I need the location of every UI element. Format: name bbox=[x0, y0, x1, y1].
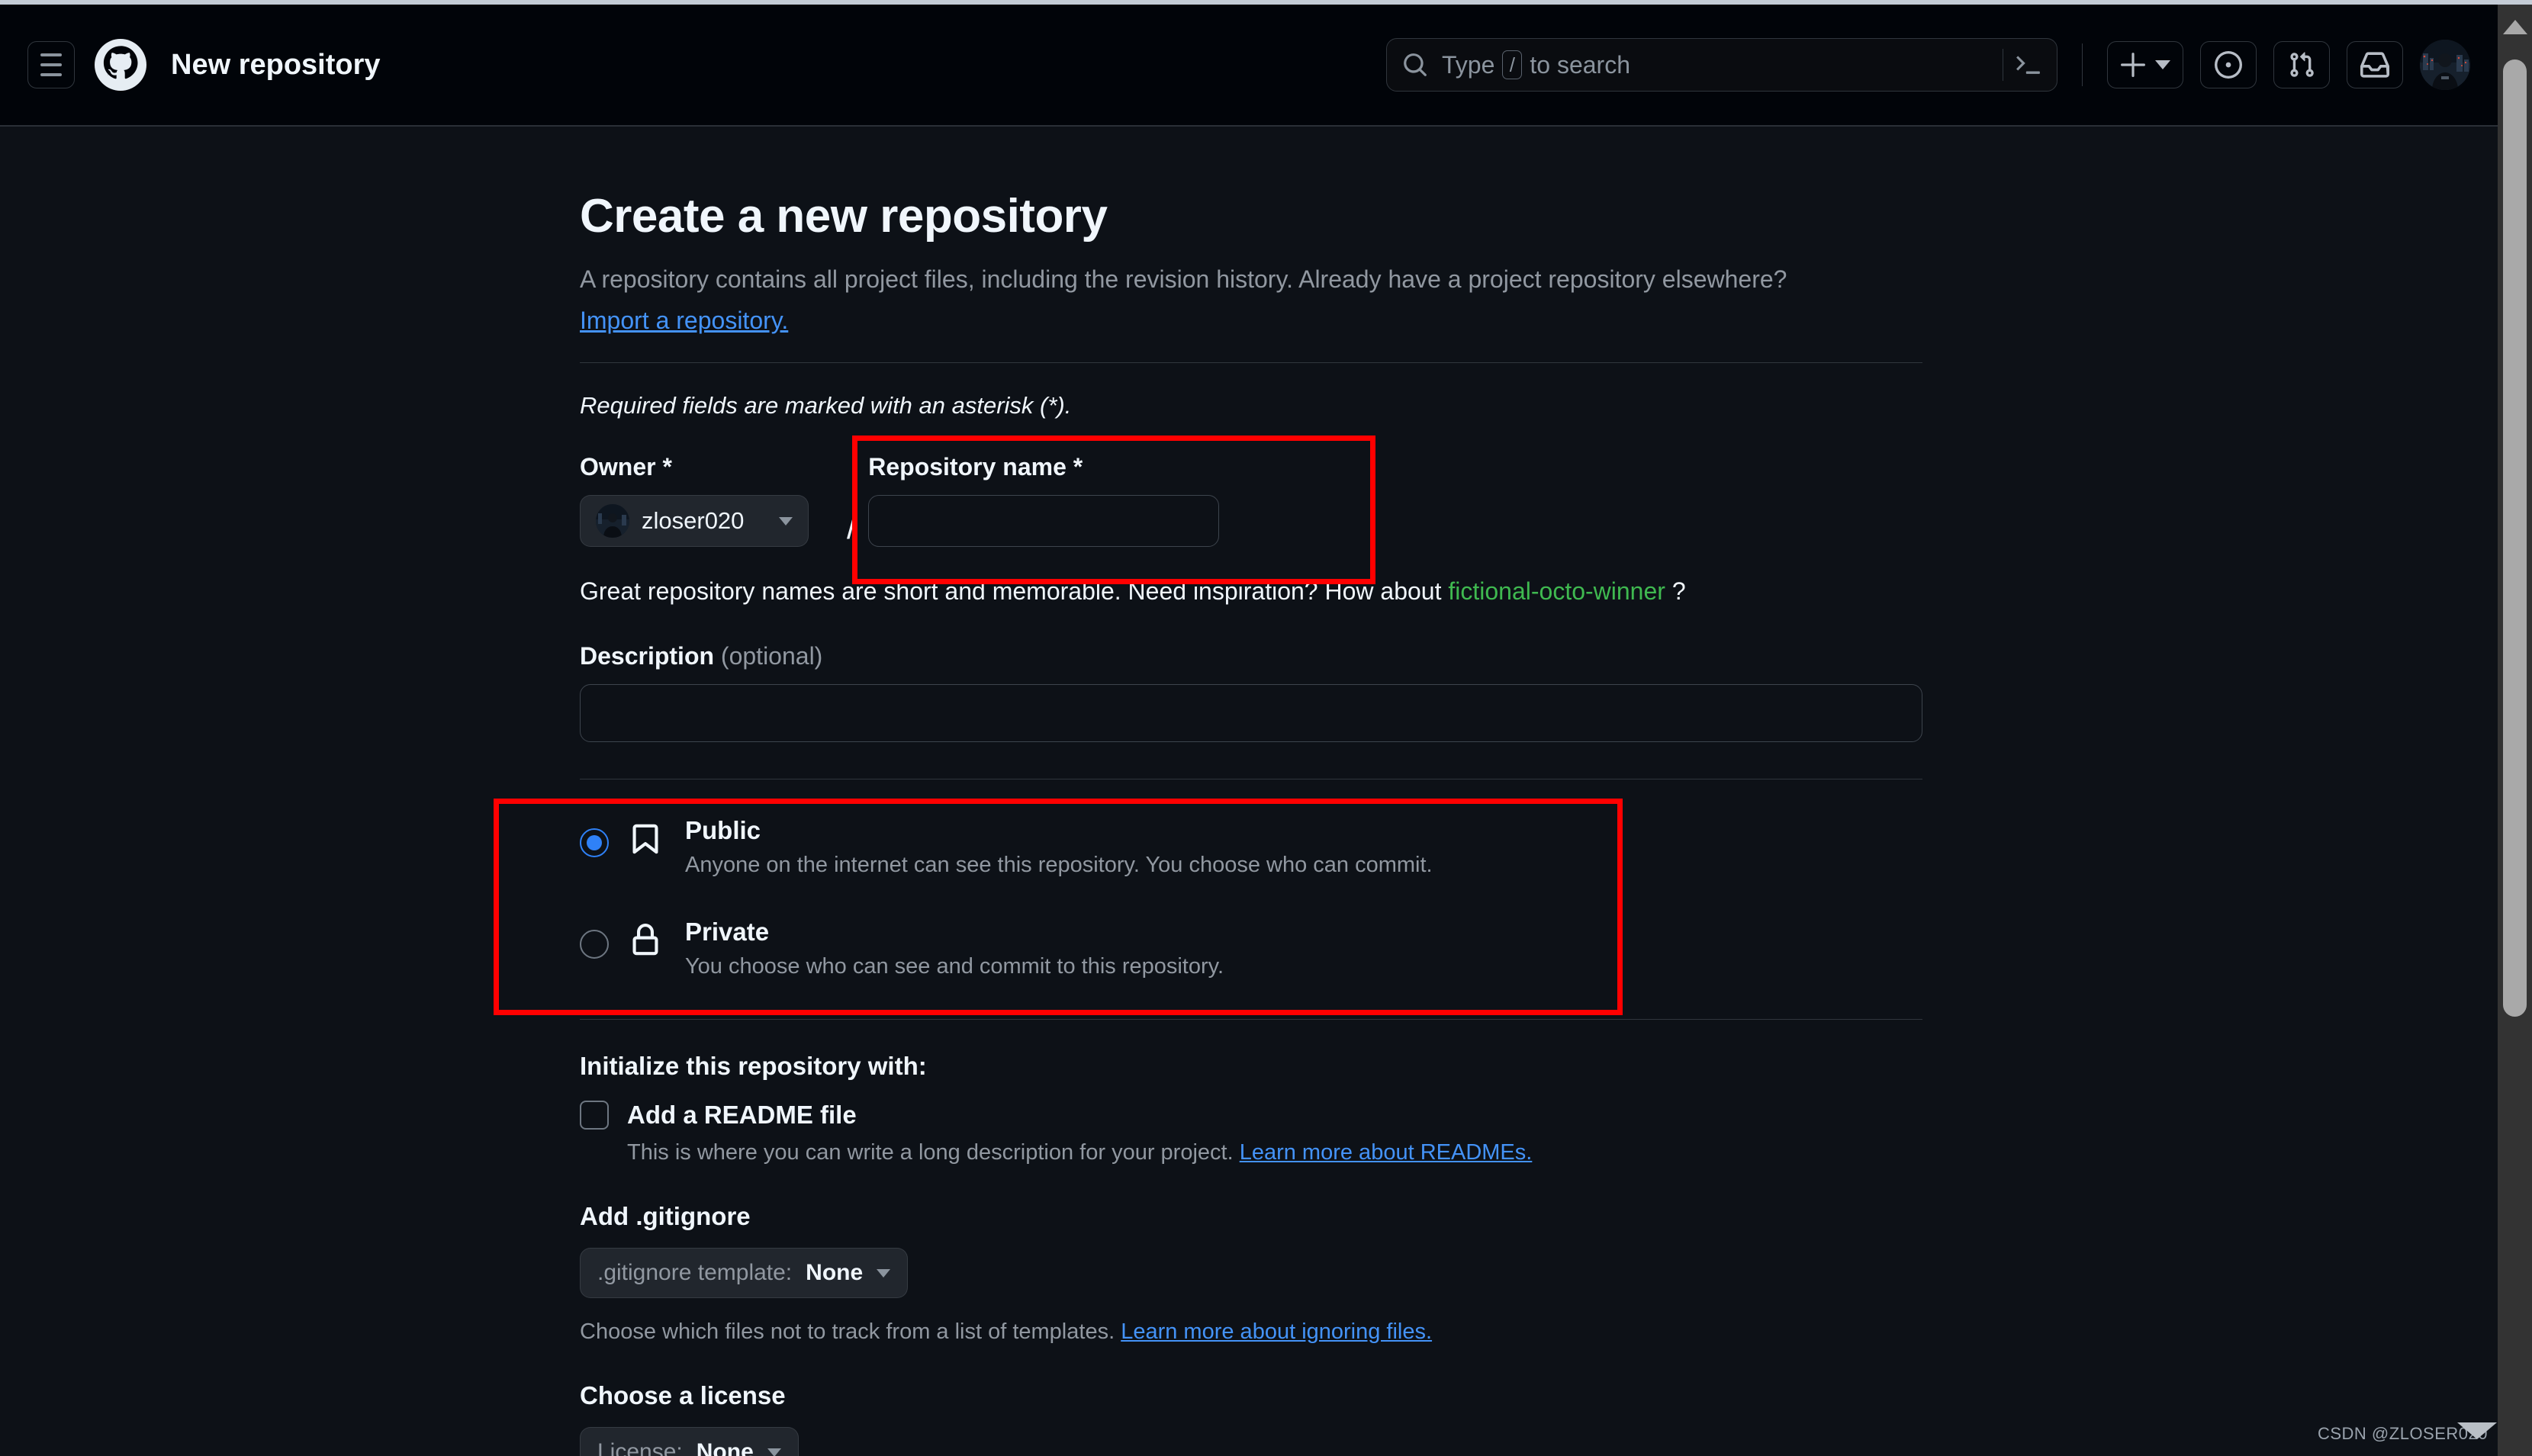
visibility-public-sub: Anyone on the internet can see this repo… bbox=[685, 853, 1433, 878]
hint-text-after: ? bbox=[1671, 577, 1686, 606]
hamburger-bar bbox=[40, 53, 62, 56]
radio-private[interactable] bbox=[580, 930, 609, 959]
description-input[interactable] bbox=[580, 684, 1922, 743]
visibility-option-private[interactable]: Private You choose who can see and commi… bbox=[580, 913, 1922, 984]
visibility-private-sub: You choose who can see and commit to thi… bbox=[685, 954, 1224, 979]
repository-name-field-group: Repository name * bbox=[868, 453, 1922, 548]
owner-name: zloser020 bbox=[642, 507, 745, 535]
visibility-public-title: Public bbox=[685, 816, 761, 845]
git-pull-request-icon bbox=[2290, 52, 2314, 77]
create-new-button[interactable] bbox=[2107, 41, 2183, 88]
new-repository-form: Create a new repository A repository con… bbox=[580, 189, 1922, 1456]
lock-icon bbox=[629, 924, 665, 961]
search-placeholder-prefix: Type bbox=[1442, 50, 1495, 79]
owner-avatar-image bbox=[596, 504, 629, 538]
description-optional-text: (optional) bbox=[720, 642, 823, 670]
search-placeholder: Type / to search bbox=[1442, 50, 1630, 79]
radio-public[interactable] bbox=[580, 828, 609, 858]
page-title-header: New repository bbox=[171, 48, 381, 81]
search-icon bbox=[1404, 53, 1427, 76]
notifications-button[interactable] bbox=[2347, 41, 2403, 88]
visibility-option-public[interactable]: Public Anyone on the internet can see th… bbox=[580, 812, 1922, 882]
readme-sub-text: This is where you can write a long descr… bbox=[627, 1140, 1234, 1165]
chevron-down-icon bbox=[877, 1268, 891, 1278]
owner-field-group: Owner * zloser020 bbox=[580, 453, 839, 548]
pull-requests-button[interactable] bbox=[2273, 41, 2330, 88]
gitignore-sub: Choose which files not to track from a l… bbox=[580, 1319, 1922, 1345]
readme-label: Add a README file bbox=[627, 1101, 857, 1130]
hamburger-icon[interactable] bbox=[27, 41, 75, 88]
gitignore-title: Add .gitignore bbox=[580, 1202, 751, 1231]
hamburger-bar bbox=[40, 63, 62, 66]
repository-name-hint: Great repository names are short and mem… bbox=[580, 577, 1922, 606]
profile-avatar[interactable] bbox=[2420, 40, 2470, 90]
owner-select[interactable]: zloser020 bbox=[580, 495, 809, 548]
gitignore-sub-text: Choose which files not to track from a l… bbox=[580, 1319, 1115, 1345]
visibility-options: Public Anyone on the internet can see th… bbox=[580, 812, 1922, 984]
chevron-down-icon bbox=[2155, 60, 2170, 69]
chevron-down-icon bbox=[767, 1448, 781, 1456]
issue-opened-icon bbox=[2215, 51, 2242, 79]
page-title: Create a new repository bbox=[580, 190, 1108, 243]
chevron-down-icon bbox=[779, 516, 793, 526]
hamburger-bar bbox=[40, 73, 62, 76]
learn-more-readmes-link[interactable]: Learn more about READMEs. bbox=[1240, 1140, 1533, 1165]
gitignore-dropdown-prefix: .gitignore template: bbox=[597, 1260, 793, 1286]
owner-and-name-row: Owner * zloser020 / Repository name * bbox=[580, 453, 1922, 548]
license-dropdown-value: None bbox=[696, 1439, 754, 1456]
search-input[interactable]: Type / to search bbox=[1386, 38, 2057, 92]
page-description: A repository contains all project files,… bbox=[580, 265, 1787, 293]
owner-label: Owner * bbox=[580, 453, 672, 481]
book-icon bbox=[629, 822, 665, 860]
readme-sub: This is where you can write a long descr… bbox=[627, 1140, 1922, 1165]
search-placeholder-suffix: to search bbox=[1530, 50, 1630, 79]
scrollbar-thumb[interactable] bbox=[2503, 59, 2527, 1017]
visibility-private-title: Private bbox=[685, 918, 770, 947]
hint-text-before: Great repository names are short and mem… bbox=[580, 577, 1442, 606]
global-header: New repository Type / to search bbox=[0, 5, 2498, 127]
license-dropdown[interactable]: License: None bbox=[580, 1427, 799, 1456]
visibility-private-text: Private You choose who can see and commi… bbox=[685, 918, 1224, 979]
search-right-group bbox=[2003, 49, 2041, 81]
divider-before-initialize bbox=[580, 1019, 1922, 1020]
header-divider bbox=[2082, 43, 2083, 86]
terminal-icon[interactable] bbox=[2016, 52, 2041, 78]
description-label-text: Description bbox=[580, 642, 715, 670]
gitignore-dropdown-value: None bbox=[806, 1260, 864, 1286]
github-logo-icon[interactable] bbox=[95, 39, 146, 91]
readme-checkbox-row[interactable]: Add a README file bbox=[580, 1101, 1922, 1130]
repository-name-label: Repository name * bbox=[868, 453, 1083, 481]
scroll-up-arrow-icon[interactable] bbox=[2502, 20, 2527, 34]
slash-key-hint: / bbox=[1502, 50, 1523, 79]
avatar-image bbox=[2420, 40, 2470, 90]
initialize-title: Initialize this repository with: bbox=[580, 1052, 927, 1081]
plus-icon bbox=[2121, 53, 2145, 77]
checkbox-add-readme[interactable] bbox=[580, 1101, 609, 1130]
description-label: Description (optional) bbox=[580, 642, 1922, 670]
owner-name-separator: / bbox=[847, 509, 857, 547]
vertical-scrollbar[interactable] bbox=[2498, 5, 2532, 1456]
watermark-triangle-icon bbox=[2457, 1422, 2497, 1439]
app-screen: New repository Type / to search Create a… bbox=[0, 0, 2532, 1456]
repository-name-input[interactable] bbox=[868, 495, 1220, 548]
gitignore-template-dropdown[interactable]: .gitignore template: None bbox=[580, 1248, 909, 1299]
main-content: Create a new repository A repository con… bbox=[0, 128, 2498, 1456]
license-title: Choose a license bbox=[580, 1381, 786, 1410]
visibility-public-text: Public Anyone on the internet can see th… bbox=[685, 816, 1433, 878]
license-dropdown-prefix: License: bbox=[597, 1439, 683, 1456]
owner-avatar bbox=[596, 504, 629, 538]
inbox-icon bbox=[2360, 52, 2389, 78]
required-fields-note: Required fields are marked with an aster… bbox=[580, 392, 1072, 419]
import-repository-link[interactable]: Import a repository. bbox=[580, 307, 788, 335]
issues-button[interactable] bbox=[2200, 41, 2257, 88]
divider-top bbox=[580, 362, 1922, 364]
learn-more-ignoring-files-link[interactable]: Learn more about ignoring files. bbox=[1121, 1319, 1432, 1344]
suggested-repository-name[interactable]: fictional-octo-winner bbox=[1448, 577, 1665, 605]
